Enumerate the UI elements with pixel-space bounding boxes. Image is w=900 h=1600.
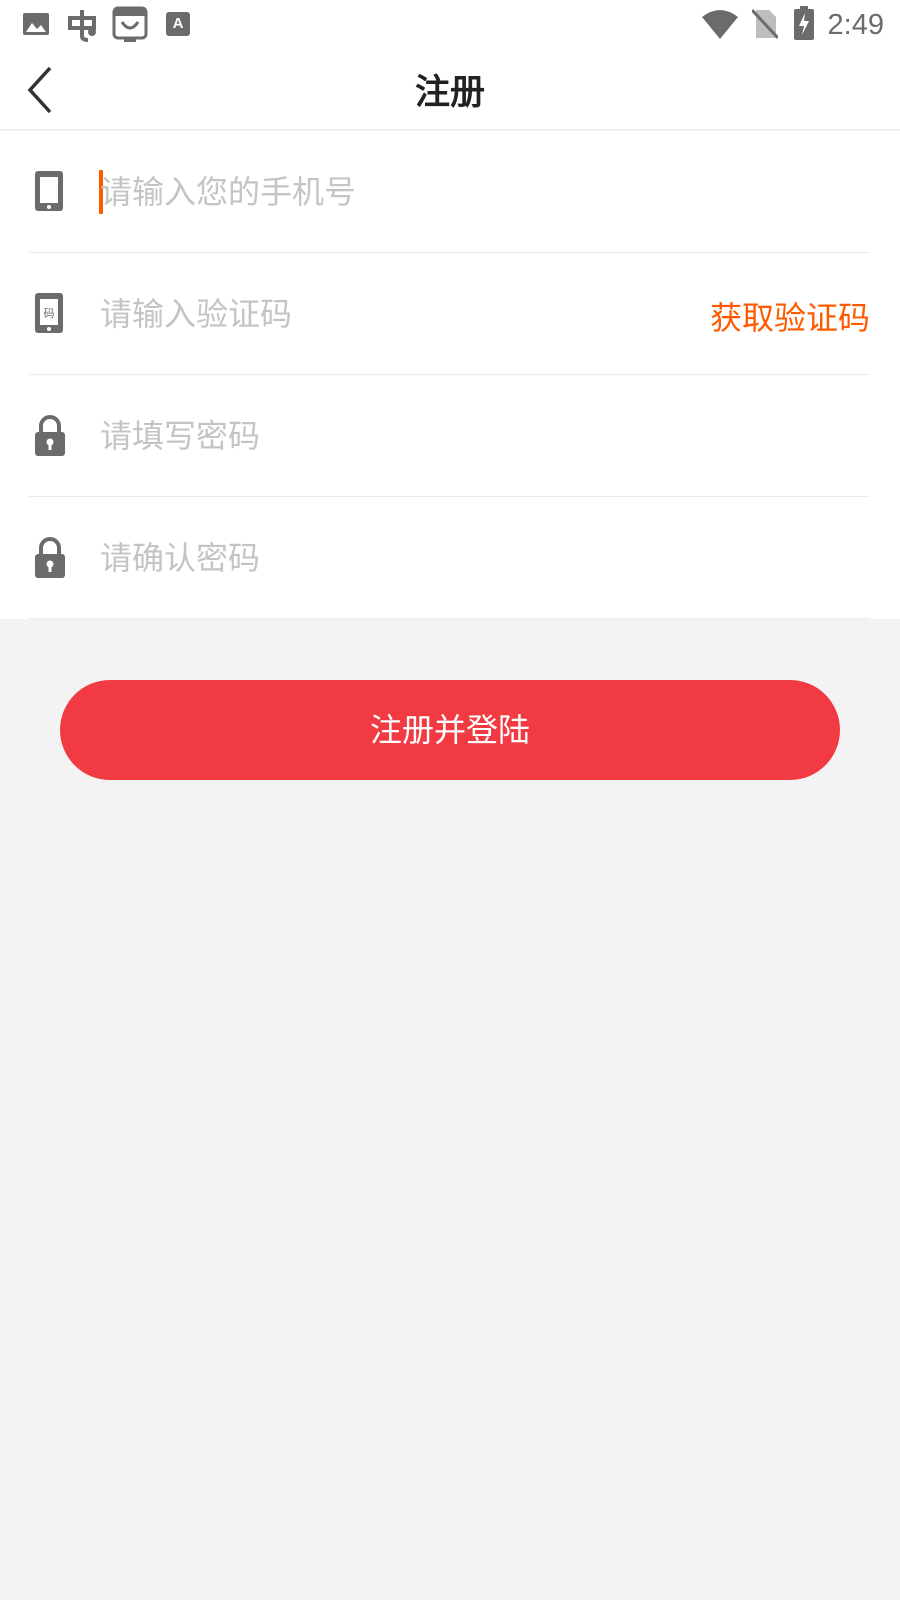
svg-text:A: A <box>173 15 184 32</box>
shop-bag-icon <box>112 6 148 42</box>
wifi-icon <box>702 10 738 39</box>
password-row <box>0 375 900 497</box>
get-code-button[interactable]: 获取验证码 <box>710 293 870 339</box>
clock: 2:49 <box>827 9 884 41</box>
header: 注册 <box>0 50 900 130</box>
code-icon-label: 码 <box>44 307 55 320</box>
status-bar: A 2:49 <box>0 0 900 50</box>
password-input[interactable] <box>100 411 660 461</box>
code-row: 码 获取验证码 <box>0 253 900 375</box>
app-notification-icon <box>68 10 96 42</box>
lock-icon <box>35 415 65 456</box>
register-page: A 2:49 注册 请输入您的手机号 码 请输入验证码 获取验证码 注册并登陆 <box>0 0 900 1600</box>
image-icon <box>23 13 49 35</box>
confirm-password-input[interactable] <box>100 533 660 583</box>
phone-icon <box>35 171 63 211</box>
no-sim-icon <box>752 8 778 40</box>
lock-icon <box>35 537 65 578</box>
divider <box>29 618 870 619</box>
register-login-button[interactable]: 注册并登陆 <box>60 680 840 780</box>
phone-code-icon: 码 <box>35 293 63 333</box>
battery-charging-icon <box>794 6 814 40</box>
page-title: 注册 <box>414 73 485 113</box>
phone-input[interactable] <box>100 167 660 217</box>
verification-code-input[interactable] <box>100 289 580 339</box>
confirm-password-row <box>0 497 900 619</box>
phone-row <box>0 131 900 253</box>
font-icon: A <box>166 12 190 36</box>
register-form: 码 获取验证码 <box>0 131 900 619</box>
